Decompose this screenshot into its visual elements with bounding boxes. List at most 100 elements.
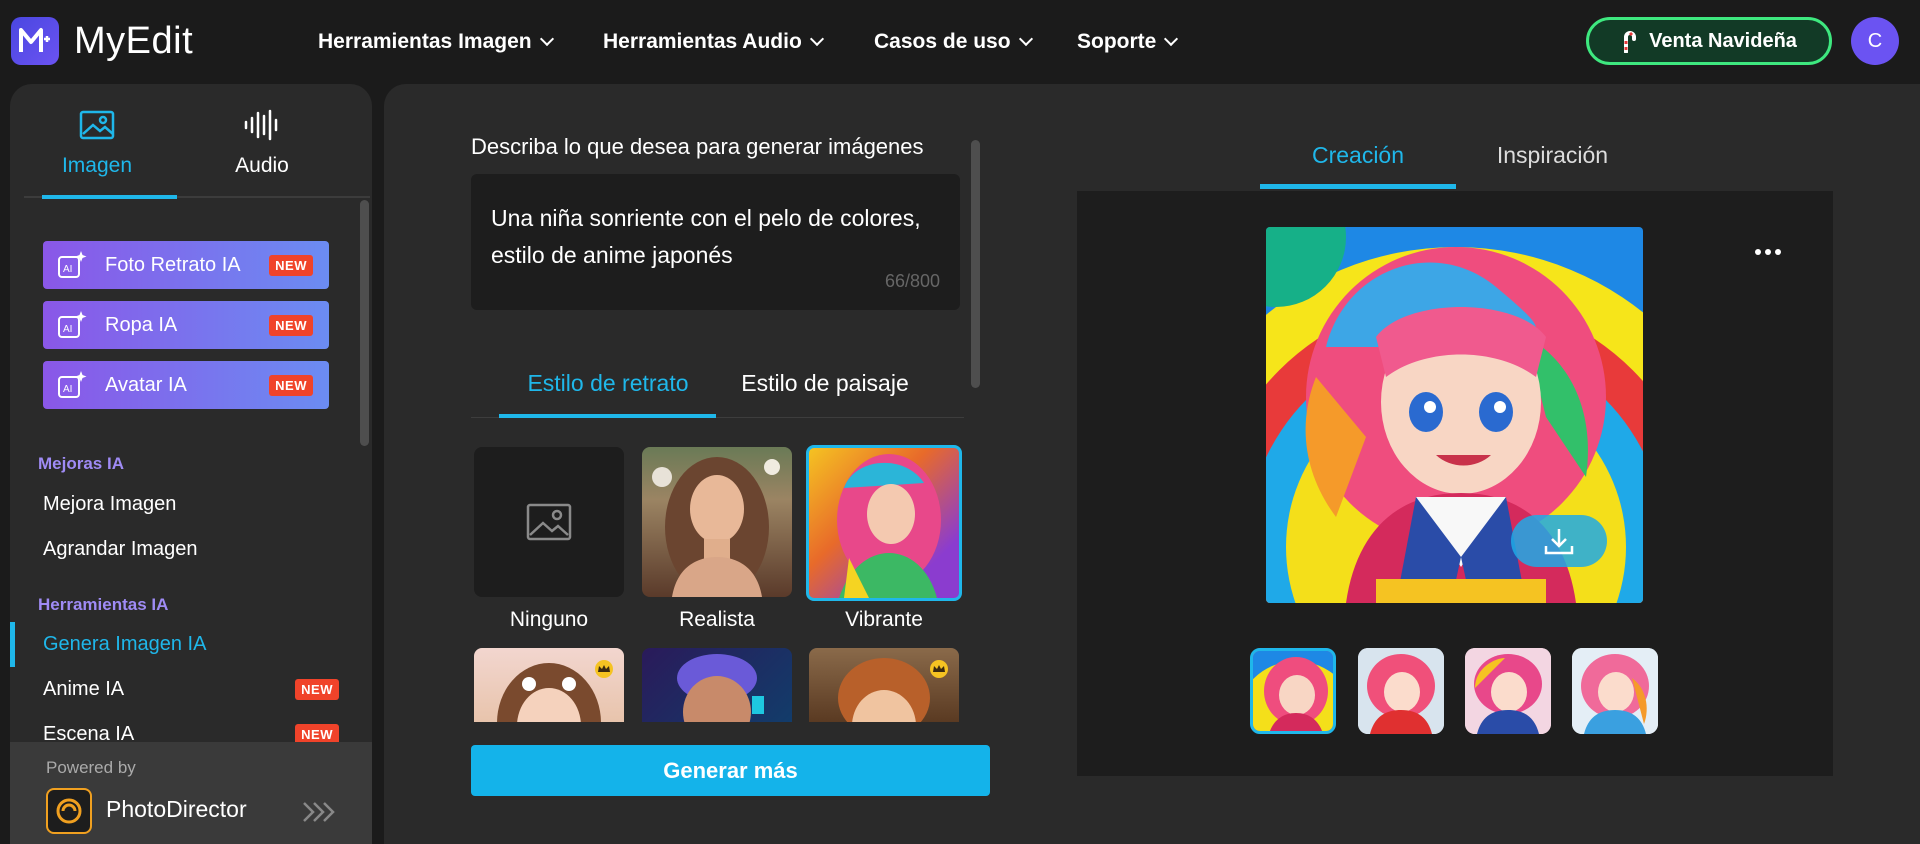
nav-label: Soporte	[1077, 30, 1157, 53]
sidebar-item-label: Mejora Imagen	[43, 493, 177, 515]
chevron-down-icon	[1164, 31, 1179, 47]
sidebar-item-anime-ia[interactable]: Anime IA NEW	[43, 678, 339, 701]
new-badge: NEW	[269, 254, 313, 276]
tab-label: Imagen	[61, 154, 133, 177]
sidebar-item-label: Ropa IA	[105, 313, 178, 336]
image-icon	[32, 106, 162, 144]
style-option-3d[interactable]	[809, 648, 959, 722]
photodirector-logo-icon	[46, 788, 92, 834]
triple-chevron-right-icon	[303, 802, 335, 822]
powered-by-panel[interactable]: Powered by PhotoDirector	[10, 742, 372, 844]
tab-inspiracion[interactable]: Inspiración	[1470, 142, 1635, 169]
chevron-down-icon	[1018, 31, 1033, 47]
svg-text:AI: AI	[63, 384, 72, 395]
vibrant-portrait-image	[837, 454, 941, 598]
sidebar-item-label: Agrandar Imagen	[43, 538, 198, 560]
active-tab-underline	[42, 195, 177, 199]
result-canvas	[1077, 191, 1833, 776]
chevron-down-icon	[539, 31, 554, 47]
settings-scrollbar[interactable]	[971, 140, 980, 388]
section-heading-mejoras-ia: Mejoras IA	[38, 454, 124, 473]
sidebar-item-label: Genera Imagen IA	[43, 633, 207, 655]
nav-herramientas-audio[interactable]: Herramientas Audio	[603, 30, 824, 54]
section-heading-herramientas-ia: Herramientas IA	[38, 595, 169, 614]
sidebar-item-label: Avatar IA	[105, 373, 187, 396]
generated-image[interactable]	[1266, 227, 1643, 603]
new-badge: NEW	[269, 374, 313, 396]
style-label: Vibrante	[845, 608, 923, 631]
nav-label: Herramientas Audio	[603, 30, 802, 53]
chevron-down-icon	[809, 31, 824, 47]
character-counter: 66/800	[884, 271, 940, 291]
sidebar-item-agrandar-imagen[interactable]: Agrandar Imagen	[43, 538, 339, 561]
powered-by-product: PhotoDirector	[106, 796, 247, 822]
more-options-icon[interactable]	[1755, 249, 1781, 255]
user-avatar[interactable]: C	[1851, 17, 1899, 65]
tab-estilo-de-paisaje[interactable]: Estilo de paisaje	[735, 370, 915, 397]
nav-soporte[interactable]: Soporte	[1077, 30, 1179, 54]
active-item-indicator	[10, 622, 15, 667]
avatar-initial: C	[1867, 29, 1883, 52]
download-icon	[1544, 529, 1574, 555]
ai-sparkle-icon: AI	[58, 371, 87, 398]
nav-label: Casos de uso	[874, 30, 1011, 53]
variation-thumbnail-3[interactable]	[1465, 648, 1551, 734]
style-label: Ninguno	[509, 608, 589, 631]
sidebar-item-ropa-ia[interactable]: AI Ropa IA NEW	[43, 301, 329, 349]
cyberpunk-portrait-image	[677, 654, 764, 722]
download-button[interactable]	[1511, 515, 1607, 567]
nav-label: Herramientas Imagen	[318, 30, 532, 53]
new-badge: NEW	[269, 314, 313, 336]
style-option-cartoon[interactable]	[474, 648, 624, 722]
candy-cane-icon	[1624, 31, 1637, 53]
tab-imagen[interactable]: Imagen	[32, 106, 162, 178]
prompt-text: Una niña sonriente con el pelo de colore…	[491, 205, 921, 268]
sidebar-item-mejora-imagen[interactable]: Mejora Imagen	[43, 493, 339, 516]
tab-label: Estilo de paisaje	[741, 370, 909, 396]
variation-thumbnail-1[interactable]	[1250, 648, 1336, 734]
button-label: Generar más	[663, 757, 798, 783]
style-label: Realista	[679, 608, 755, 631]
style-option-realista[interactable]	[642, 447, 792, 597]
generate-more-button[interactable]: Generar más	[471, 745, 990, 796]
anime-variation-image	[1358, 648, 1444, 734]
tab-creacion[interactable]: Creación	[1260, 142, 1456, 169]
realistic-portrait-image	[652, 457, 780, 597]
tab-label: Creación	[1311, 142, 1405, 168]
anime-variation-image	[1572, 648, 1658, 734]
promo-button[interactable]: Venta Navideña	[1586, 17, 1832, 65]
new-badge: NEW	[295, 679, 339, 700]
active-tab-underline	[499, 414, 716, 418]
promo-label: Venta Navideña	[1649, 29, 1797, 52]
ai-sparkle-icon: AI	[58, 311, 87, 338]
powered-by-caption: Powered by	[46, 758, 136, 777]
myedit-logo-icon[interactable]	[11, 17, 59, 65]
variation-thumbnail-2[interactable]	[1358, 648, 1444, 734]
svg-text:AI: AI	[63, 264, 72, 275]
sidebar-item-foto-retrato-ia[interactable]: AI Foto Retrato IA NEW	[43, 241, 329, 289]
sidebar-item-genera-imagen-ia[interactable]: Genera Imagen IA	[43, 633, 339, 656]
sidebar-scrollbar[interactable]	[360, 200, 369, 446]
tab-estilo-de-retrato[interactable]: Estilo de retrato	[500, 370, 716, 397]
image-placeholder-icon	[526, 503, 572, 541]
nav-herramientas-imagen[interactable]: Herramientas Imagen	[318, 30, 554, 54]
tab-label: Estilo de retrato	[527, 370, 689, 396]
anime-variation-image	[1465, 648, 1551, 734]
premium-crown-icon	[595, 660, 613, 678]
app-name[interactable]: MyEdit	[74, 20, 193, 63]
waveform-icon	[197, 106, 327, 144]
style-option-vibrante[interactable]	[806, 445, 962, 601]
style-option-cyberpunk[interactable]	[642, 648, 792, 722]
tab-label: Audio	[235, 154, 289, 177]
prompt-input[interactable]: Una niña sonriente con el pelo de colore…	[471, 174, 960, 310]
sidebar-item-avatar-ia[interactable]: AI Avatar IA NEW	[43, 361, 329, 409]
prompt-label: Describa lo que desea para generar imáge…	[471, 134, 924, 159]
style-option-ninguno[interactable]	[474, 447, 624, 597]
variation-thumbnail-4[interactable]	[1572, 648, 1658, 734]
ai-sparkle-icon: AI	[58, 251, 87, 278]
tab-audio[interactable]: Audio	[197, 106, 327, 178]
active-tab-underline	[1260, 184, 1456, 189]
sidebar-item-label: Anime IA	[43, 678, 125, 700]
nav-casos-de-uso[interactable]: Casos de uso	[874, 30, 1033, 54]
sidebar-item-label: Foto Retrato IA	[105, 253, 241, 276]
